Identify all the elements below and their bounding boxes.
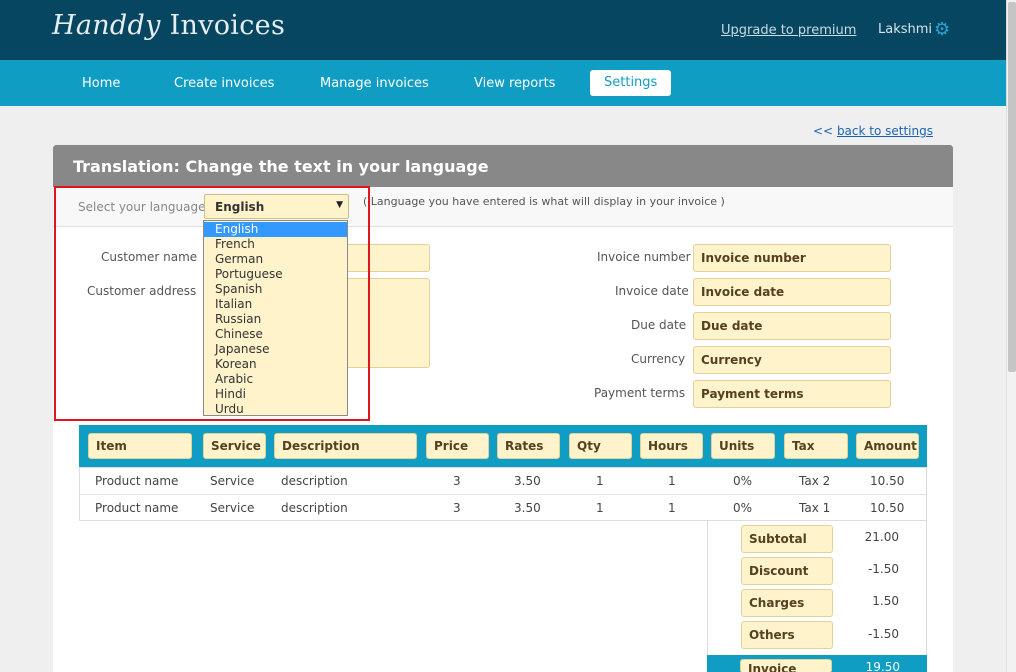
invoice-total-label[interactable]: Invoice total: [740, 659, 832, 672]
cell-description: description: [281, 474, 348, 488]
invoice-number-label: Invoice number: [597, 250, 691, 264]
table-row[interactable]: Product name Service description 3 3.50 …: [80, 468, 926, 495]
nav-create-invoices[interactable]: Create invoices: [174, 76, 274, 91]
payment-terms-field[interactable]: Payment terms: [693, 380, 891, 408]
scrollbar-thumb[interactable]: [1008, 2, 1016, 372]
double-chevron-left-icon: <<: [813, 124, 834, 138]
nav-home[interactable]: Home: [82, 76, 120, 91]
cell-service: Service: [210, 501, 255, 515]
totals-block: Subtotal 21.00 Discount -1.50 Charges 1.…: [707, 521, 927, 672]
nav-settings[interactable]: Settings: [590, 70, 672, 96]
subtotal-value: 21.00: [864, 530, 899, 544]
col-description[interactable]: Description: [274, 433, 417, 459]
highlight-box: [54, 186, 370, 421]
gear-icon[interactable]: ⚙: [934, 21, 952, 39]
col-units[interactable]: Units: [711, 433, 775, 459]
cell-units: 0%: [733, 501, 753, 515]
charges-label[interactable]: Charges: [741, 589, 833, 617]
invoice-total-row: Invoice total 19.50: [707, 655, 927, 672]
cell-price: 3: [453, 474, 461, 488]
cell-hours: 1: [668, 501, 676, 515]
language-note: ( Language you have entered is what will…: [363, 195, 725, 208]
cell-item: Product name: [95, 474, 179, 488]
cell-qty: 1: [596, 501, 604, 515]
currency-label: Currency: [631, 352, 686, 366]
table-row[interactable]: Product name Service description 3 3.50 …: [80, 495, 926, 522]
top-header: Handdy Invoices Upgrade to premium Laksh…: [0, 0, 1006, 60]
currency-field[interactable]: Currency: [693, 346, 891, 374]
col-amount[interactable]: Amount: [856, 433, 919, 459]
col-hours[interactable]: Hours: [640, 433, 703, 459]
col-tax[interactable]: Tax: [784, 433, 848, 459]
cell-price: 3: [453, 501, 461, 515]
payment-terms-label: Payment terms: [594, 386, 686, 400]
cell-item: Product name: [95, 501, 179, 515]
invoice-number-field[interactable]: Invoice number: [693, 244, 891, 272]
vertical-scrollbar[interactable]: [1006, 0, 1016, 672]
invoice-date-field[interactable]: Invoice date: [693, 278, 891, 306]
col-qty[interactable]: Qty: [569, 433, 632, 459]
discount-value: -1.50: [867, 562, 899, 576]
upgrade-link[interactable]: Upgrade to premium: [721, 23, 856, 38]
col-price[interactable]: Price: [426, 433, 489, 459]
due-date-label: Due date: [631, 318, 687, 332]
due-date-field[interactable]: Due date: [693, 312, 891, 340]
main-nav: Home Create invoices Manage invoices Vie…: [0, 60, 1006, 106]
cell-qty: 1: [596, 474, 604, 488]
app-logo[interactable]: Handdy Invoices: [52, 10, 285, 41]
col-service[interactable]: Service: [203, 433, 266, 459]
cell-amount: 10.50: [870, 501, 905, 515]
items-table-header: Item Service Description Price Rates Qty…: [79, 425, 927, 467]
cell-rates: 3.50: [514, 501, 541, 515]
panel-title: Translation: Change the text in your lan…: [53, 145, 953, 187]
others-value: -1.50: [867, 627, 899, 641]
cell-amount: 10.50: [870, 474, 905, 488]
charges-value: 1.50: [872, 594, 899, 608]
cell-service: Service: [210, 474, 255, 488]
discount-label[interactable]: Discount: [741, 557, 833, 585]
invoice-date-label: Invoice date: [615, 284, 689, 298]
col-rates[interactable]: Rates: [497, 433, 560, 459]
cell-units: 0%: [733, 474, 753, 488]
nav-manage-invoices[interactable]: Manage invoices: [320, 76, 429, 91]
cell-description: description: [281, 501, 348, 515]
user-name: Lakshmi: [878, 22, 933, 37]
cell-rates: 3.50: [514, 474, 541, 488]
items-table-body: Product name Service description 3 3.50 …: [79, 467, 927, 521]
back-to-settings-link[interactable]: << back to settings: [813, 124, 933, 138]
cell-tax: Tax 2: [799, 474, 831, 488]
back-link-label: back to settings: [836, 124, 933, 138]
cell-tax: Tax 1: [799, 501, 831, 515]
nav-view-reports[interactable]: View reports: [474, 76, 555, 91]
col-item[interactable]: Item: [88, 433, 192, 459]
cell-hours: 1: [668, 474, 676, 488]
invoice-total-value: 19.50: [865, 660, 900, 672]
subtotal-label[interactable]: Subtotal: [741, 525, 833, 553]
others-label[interactable]: Others: [741, 621, 833, 649]
